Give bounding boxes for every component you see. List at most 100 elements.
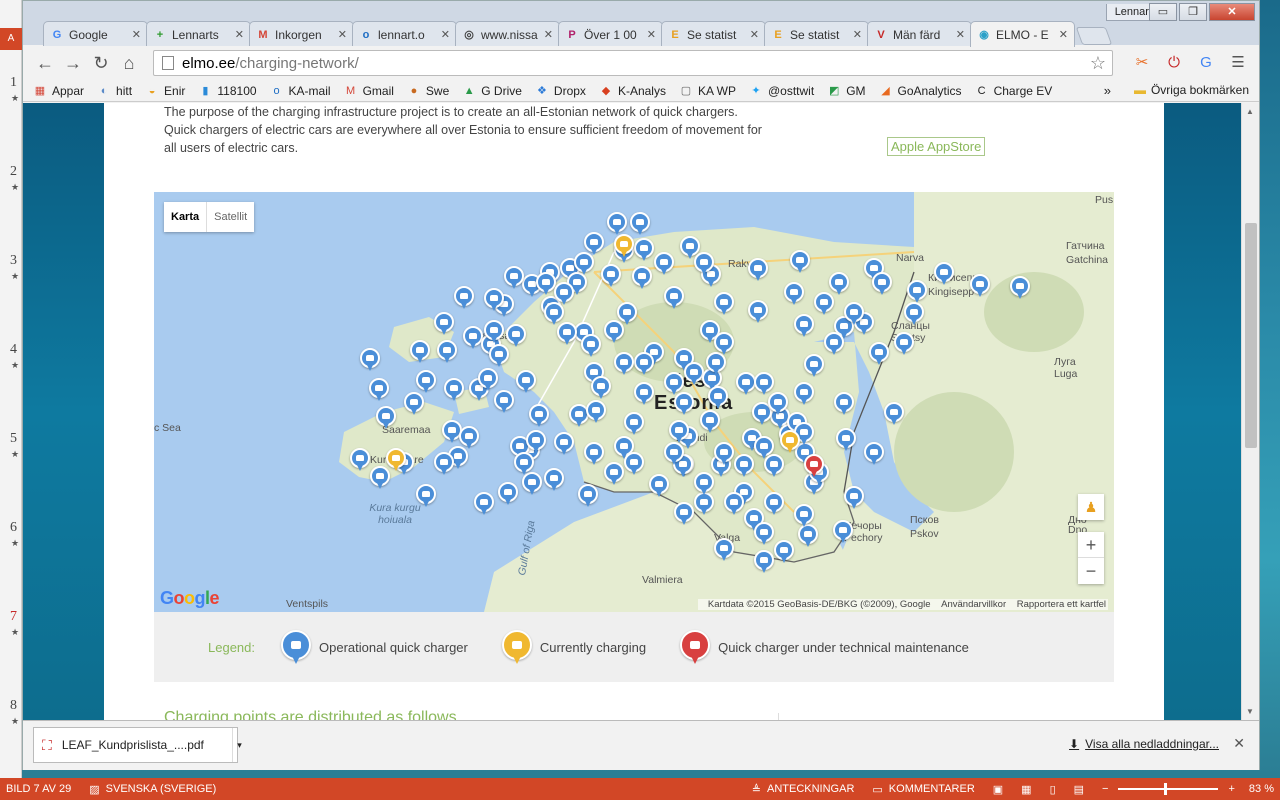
operational-charger-pin[interactable] xyxy=(607,212,627,236)
operational-charger-pin[interactable] xyxy=(484,320,504,344)
app-tab-stub[interactable]: A xyxy=(0,28,22,50)
operational-charger-pin[interactable] xyxy=(794,382,814,406)
operational-charger-pin[interactable] xyxy=(790,250,810,274)
tab-0[interactable]: G Google ✕ xyxy=(43,21,148,47)
operational-charger-pin[interactable] xyxy=(794,314,814,338)
tab-8[interactable]: V Män färd ✕ xyxy=(867,21,972,47)
operational-charger-pin[interactable] xyxy=(376,406,396,430)
operational-charger-pin[interactable] xyxy=(581,334,601,358)
tab-close-icon[interactable]: ✕ xyxy=(647,28,656,41)
operational-charger-pin[interactable] xyxy=(708,386,728,410)
bookmark-9[interactable]: ◆ K-Analys xyxy=(599,84,666,98)
charging-charger-pin[interactable] xyxy=(614,234,634,258)
operational-charger-pin[interactable] xyxy=(754,522,774,546)
appstore-link[interactable]: Apple AppStore xyxy=(887,137,986,156)
close-window-button[interactable]: ✕ xyxy=(1209,3,1255,21)
operational-charger-pin[interactable] xyxy=(634,352,654,376)
tab-close-icon[interactable]: ✕ xyxy=(956,28,965,41)
report-error-link[interactable]: Rapportera ett kartfel xyxy=(1017,599,1106,610)
minimize-button[interactable]: ▭ xyxy=(1149,3,1177,21)
operational-charger-pin[interactable] xyxy=(814,292,834,316)
operational-charger-pin[interactable] xyxy=(630,212,650,236)
tab-9[interactable]: ◉ ELMO - E ✕ xyxy=(970,21,1075,47)
operational-charger-pin[interactable] xyxy=(369,378,389,402)
operational-charger-pin[interactable] xyxy=(601,264,621,288)
operational-charger-pin[interactable] xyxy=(748,300,768,324)
bookmark-7[interactable]: ▲ G Drive xyxy=(462,84,522,98)
operational-charger-pin[interactable] xyxy=(604,320,624,344)
operational-charger-pin[interactable] xyxy=(934,262,954,286)
close-downloads-icon[interactable]: ✕ xyxy=(1233,735,1245,752)
tab-3[interactable]: o lennart.o ✕ xyxy=(352,21,457,47)
notes-button[interactable]: ≜ ANTECKNINGAR xyxy=(752,783,855,796)
operational-charger-pin[interactable] xyxy=(736,372,756,396)
operational-charger-pin[interactable] xyxy=(504,266,524,290)
slide-sorter-icon[interactable]: ▦ xyxy=(1021,783,1031,796)
operational-charger-pin[interactable] xyxy=(434,312,454,336)
operational-charger-pin[interactable] xyxy=(764,492,784,516)
download-options-chevron-icon[interactable]: ▾ xyxy=(232,728,246,762)
operational-charger-pin[interactable] xyxy=(894,332,914,356)
operational-charger-pin[interactable] xyxy=(794,504,814,528)
operational-charger-pin[interactable] xyxy=(584,442,604,466)
operational-charger-pin[interactable] xyxy=(454,286,474,310)
operational-charger-pin[interactable] xyxy=(664,286,684,310)
operational-charger-pin[interactable] xyxy=(714,292,734,316)
tab-close-icon[interactable]: ✕ xyxy=(338,28,347,41)
operational-charger-pin[interactable] xyxy=(544,468,564,492)
operational-charger-pin[interactable] xyxy=(584,232,604,256)
tab-1[interactable]: + Lennarts ✕ xyxy=(146,21,251,47)
street-view-pegman-icon[interactable]: ♟ xyxy=(1078,494,1104,520)
operational-charger-pin[interactable] xyxy=(804,354,824,378)
operational-charger-pin[interactable] xyxy=(516,370,536,394)
tab-close-icon[interactable]: ✕ xyxy=(1059,28,1068,41)
page-scrollbar[interactable]: ▲ ▼ xyxy=(1241,103,1259,720)
tab-close-icon[interactable]: ✕ xyxy=(544,28,553,41)
map-type-map-button[interactable]: Karta xyxy=(164,202,208,232)
operational-charger-pin[interactable] xyxy=(437,340,457,364)
operational-charger-pin[interactable] xyxy=(684,362,704,386)
operational-charger-pin[interactable] xyxy=(360,348,380,372)
charging-charger-pin[interactable] xyxy=(386,448,406,472)
operational-charger-pin[interactable] xyxy=(536,272,556,296)
bookmark-0[interactable]: ▦ Appar xyxy=(33,84,84,98)
operational-charger-pin[interactable] xyxy=(864,442,884,466)
operational-charger-pin[interactable] xyxy=(416,370,436,394)
operational-charger-pin[interactable] xyxy=(654,252,674,276)
charging-charger-pin[interactable] xyxy=(780,430,800,454)
operational-charger-pin[interactable] xyxy=(869,342,889,366)
home-button[interactable]: ⌂ xyxy=(115,49,143,77)
operational-charger-pin[interactable] xyxy=(669,420,689,444)
operational-charger-pin[interactable] xyxy=(764,454,784,478)
operational-charger-pin[interactable] xyxy=(604,462,624,486)
operational-charger-pin[interactable] xyxy=(484,288,504,312)
operational-charger-pin[interactable] xyxy=(634,382,654,406)
operational-charger-pin[interactable] xyxy=(970,274,990,298)
operational-charger-pin[interactable] xyxy=(459,426,479,450)
bookmark-star-icon[interactable]: ☆ xyxy=(1090,53,1106,74)
operational-charger-pin[interactable] xyxy=(774,540,794,564)
operational-charger-pin[interactable] xyxy=(907,280,927,304)
tab-close-icon[interactable]: ✕ xyxy=(441,28,450,41)
bookmark-5[interactable]: M Gmail xyxy=(344,84,394,98)
scissors-extension-icon[interactable]: ✂ xyxy=(1131,52,1153,74)
operational-charger-pin[interactable] xyxy=(700,410,720,434)
operational-charger-pin[interactable] xyxy=(544,302,564,326)
tab-close-icon[interactable]: ✕ xyxy=(132,28,141,41)
bookmark-2[interactable]: ◒ Enir xyxy=(145,84,186,98)
operational-charger-pin[interactable] xyxy=(724,492,744,516)
operational-charger-pin[interactable] xyxy=(664,442,684,466)
operational-charger-pin[interactable] xyxy=(694,252,714,276)
bookmark-13[interactable]: ◢ GoAnalytics xyxy=(879,84,961,98)
operational-charger-pin[interactable] xyxy=(634,238,654,262)
zoom-slider[interactable] xyxy=(1118,783,1219,795)
terms-link[interactable]: Användarvillkor xyxy=(941,599,1006,610)
scroll-down-arrow-icon[interactable]: ▼ xyxy=(1246,707,1254,716)
operational-charger-pin[interactable] xyxy=(824,332,844,356)
charging-map[interactable]: Karta Satellit EestiEstoniaSaaremaaKures… xyxy=(154,192,1114,612)
normal-view-icon[interactable]: ▣ xyxy=(993,783,1003,796)
operational-charger-pin[interactable] xyxy=(498,482,518,506)
tab-5[interactable]: P Över 1 00 ✕ xyxy=(558,21,663,47)
operational-charger-pin[interactable] xyxy=(674,502,694,526)
operational-charger-pin[interactable] xyxy=(784,282,804,306)
